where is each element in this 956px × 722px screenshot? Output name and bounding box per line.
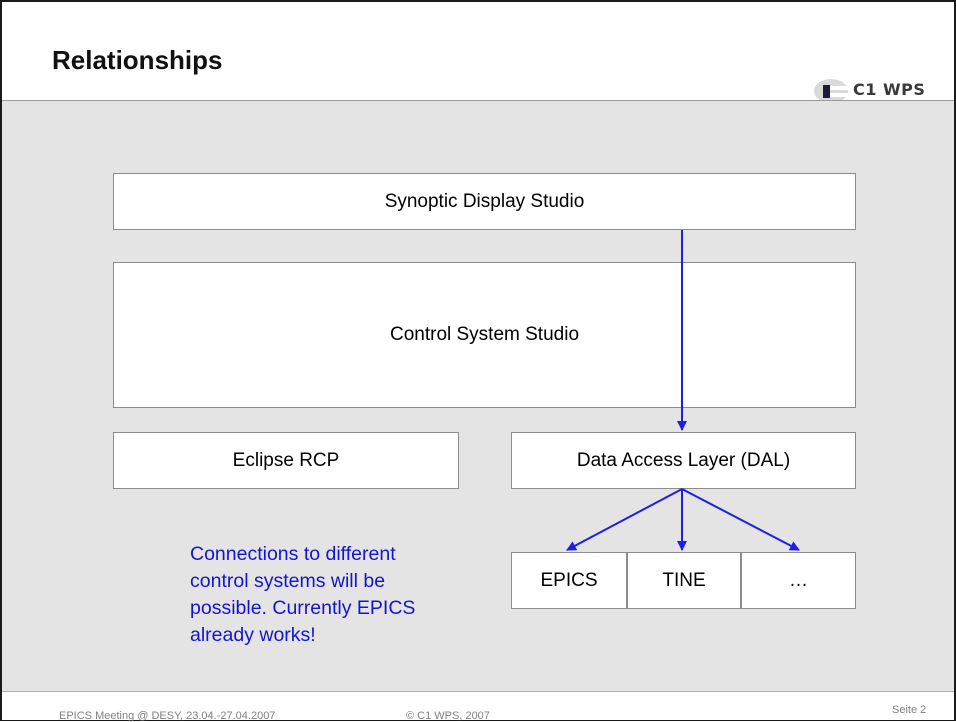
epics-box: EPICS	[511, 552, 627, 609]
logo-text: C1 WPS	[853, 80, 926, 99]
eclipse-rcp-box: Eclipse RCP	[113, 432, 459, 489]
footer-copyright: © C1 WPS, 2007	[406, 710, 490, 722]
note-line: already works!	[190, 624, 316, 646]
note-line: Connections to different	[190, 543, 396, 565]
slide-title: Relationships	[52, 45, 223, 75]
footer-event: EPICS Meeting @ DESY, 23.04.-27.04.2007	[59, 710, 276, 722]
slide-footer: EPICS Meeting @ DESY, 23.04.-27.04.2007 …	[2, 691, 954, 722]
footer-page-number: Seite 2	[892, 704, 927, 716]
more-systems-box: …	[741, 552, 856, 609]
data-access-layer-box: Data Access Layer (DAL)	[511, 432, 856, 489]
tine-box: TINE	[627, 552, 741, 609]
synoptic-display-studio-box: Synoptic Display Studio	[113, 173, 856, 230]
slide-header: Relationships C1 WPS	[2, 2, 954, 103]
note-line: possible. Currently EPICS	[190, 597, 416, 619]
note-line: control systems will be	[190, 570, 386, 592]
connections-note: Connections to different control systems…	[190, 541, 490, 649]
control-system-studio-box: Control System Studio	[113, 262, 856, 408]
